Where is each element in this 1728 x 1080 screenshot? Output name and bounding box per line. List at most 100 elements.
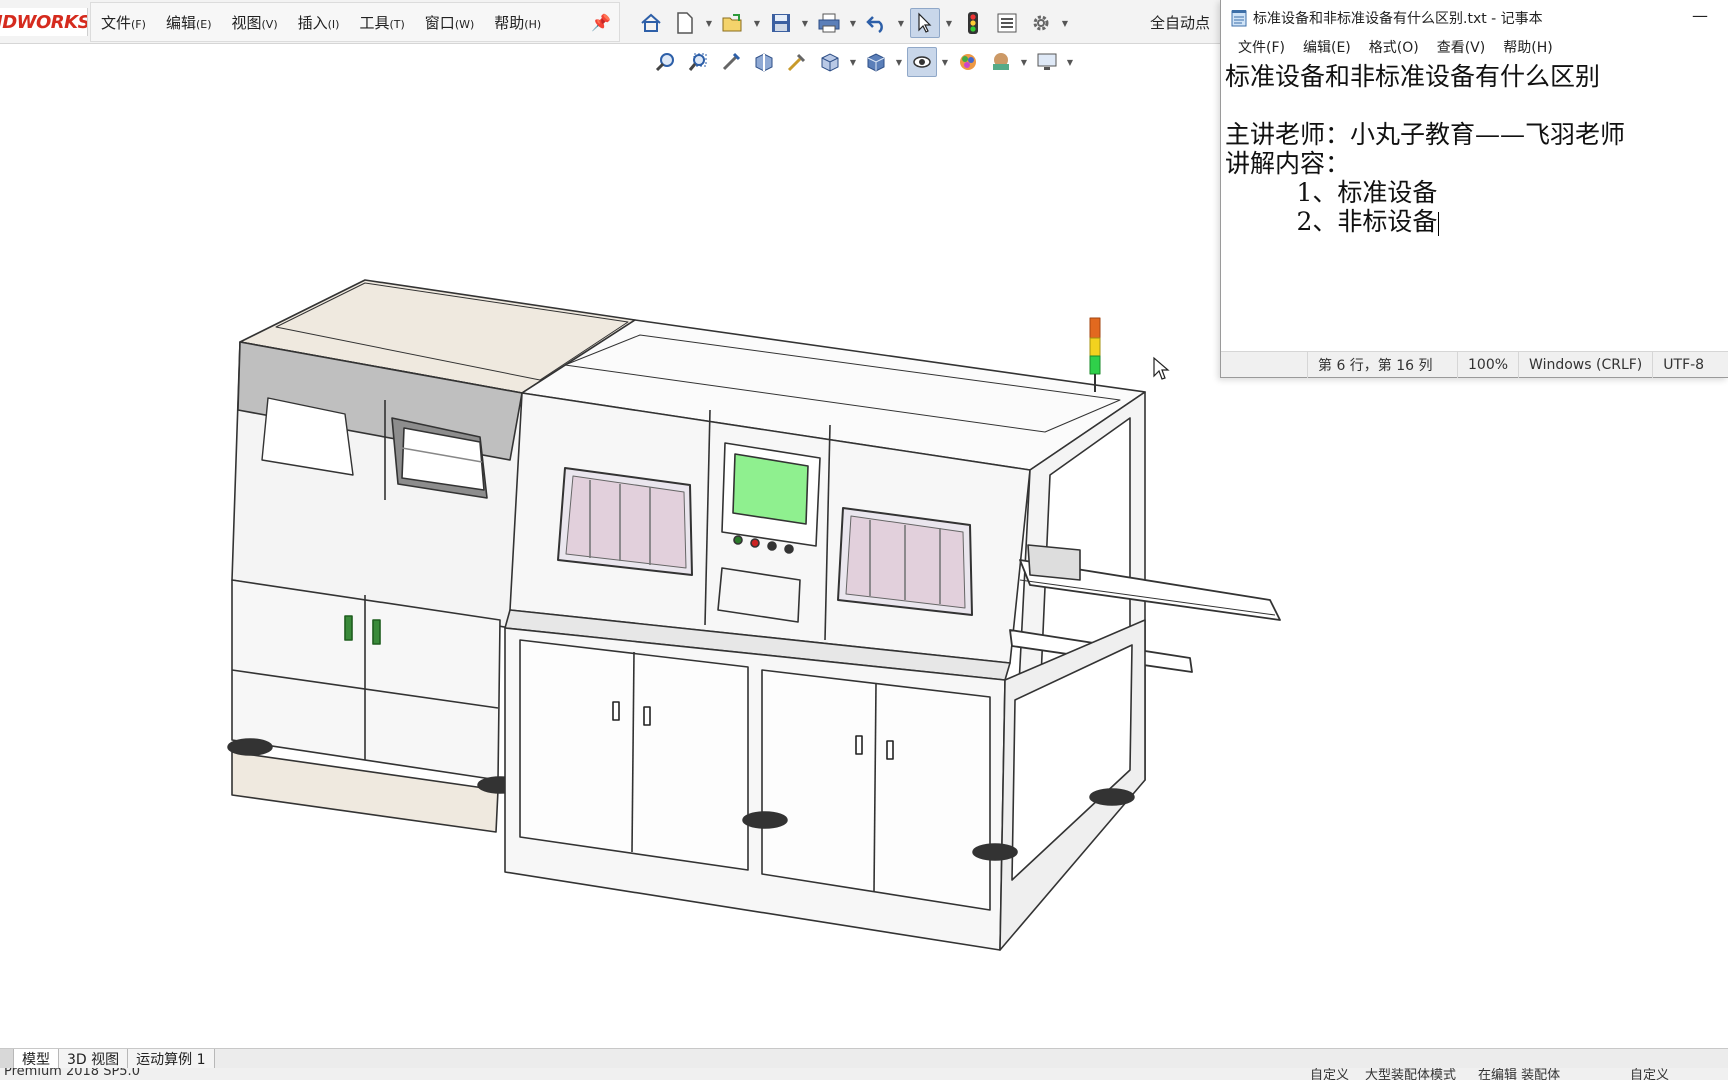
- text-line-with-caret: 2、非标设备: [1225, 207, 1725, 236]
- notepad-menu-view[interactable]: 查看(V): [1428, 37, 1495, 57]
- tab-model[interactable]: 模型: [14, 1049, 59, 1068]
- display-style-icon[interactable]: [861, 47, 891, 77]
- view-orientation-icon[interactable]: [815, 47, 845, 77]
- text-caret: [1438, 211, 1440, 236]
- tab-scroll-left-icon[interactable]: [0, 1049, 14, 1068]
- menu-window-key: (W): [454, 17, 475, 31]
- status-encoding: UTF-8: [1652, 351, 1714, 378]
- notepad-menu-edit[interactable]: 编辑(E): [1294, 37, 1360, 57]
- print-icon[interactable]: [814, 8, 844, 38]
- notepad-text-area[interactable]: 标准设备和非标准设备有什么区别 主讲老师：小丸子教育——飞羽老师 讲解内容： 1…: [1221, 58, 1728, 350]
- text-line: 讲解内容：: [1225, 149, 1351, 178]
- menu-edit-label: 编辑: [165, 13, 196, 32]
- standard-toolbar: ▼ ▼ ▼ ▼ ▼ ▼ ▼: [636, 6, 1070, 40]
- menu-window-label: 窗口: [424, 13, 455, 32]
- auto-label: 全自动点: [1150, 14, 1211, 32]
- menu-help[interactable]: 帮助(H): [484, 12, 551, 33]
- mouse-cursor-icon: [1152, 356, 1170, 386]
- desktop: IDWORKS 文件(F) 编辑(E) 视图(V) 插入(I) 工具(T) 窗口…: [0, 0, 1728, 1080]
- menu-tools-key: (T): [389, 17, 405, 31]
- status-zoom: 100%: [1457, 351, 1518, 378]
- view-toolbar: ▼ ▼ ▼ ▼ ▼: [650, 46, 1075, 78]
- tab-3d-view[interactable]: 3D 视图: [59, 1049, 129, 1068]
- home-icon[interactable]: [636, 8, 666, 38]
- settings-gear-icon[interactable]: [1026, 8, 1056, 38]
- status-large-assembly-mode: 大型装配体模式: [1365, 1068, 1457, 1080]
- select-dropdown-icon[interactable]: ▼: [944, 8, 954, 38]
- status-custom-1: 自定义: [1310, 1068, 1350, 1080]
- new-document-icon[interactable]: [670, 8, 700, 38]
- text-line: 1、标准设备: [1225, 178, 1438, 207]
- solidworks-logo[interactable]: IDWORKS: [0, 8, 88, 36]
- notepad-title: 标准设备和非标准设备有什么区别.txt - 记事本: [1253, 11, 1543, 27]
- notepad-menu-help[interactable]: 帮助(H): [1494, 37, 1561, 57]
- menu-view-label: 视图: [231, 13, 262, 32]
- open-dropdown-icon[interactable]: ▼: [752, 8, 762, 38]
- undo-dropdown-icon[interactable]: ▼: [896, 8, 906, 38]
- menu-edit[interactable]: 编辑(E): [156, 12, 222, 33]
- notepad-window[interactable]: 标准设备和非标准设备有什么区别.txt - 记事本 — 文件(F) 编辑(E) …: [1220, 0, 1728, 378]
- hide-show-dropdown-icon[interactable]: ▼: [940, 47, 950, 77]
- menu-help-label: 帮助: [494, 13, 525, 32]
- notepad-menubar: 文件(F) 编辑(E) 格式(O) 查看(V) 帮助(H): [1221, 36, 1728, 58]
- menu-window[interactable]: 窗口(W): [415, 12, 484, 33]
- logo-text: IDWORKS: [0, 11, 88, 33]
- edit-appearance-icon[interactable]: [953, 47, 983, 77]
- text-line: 2、非标设备: [1225, 207, 1438, 236]
- print-dropdown-icon[interactable]: ▼: [848, 8, 858, 38]
- tab-motion-study[interactable]: 运动算例 1: [128, 1049, 215, 1068]
- text-line: [1225, 91, 1725, 120]
- open-folder-icon[interactable]: [718, 8, 748, 38]
- status-editing: 在编辑 装配体: [1478, 1068, 1561, 1080]
- notepad-menu-file[interactable]: 文件(F): [1229, 37, 1294, 57]
- status-version: Premium 2018 SP5.0: [4, 1068, 140, 1079]
- menu-file[interactable]: 文件(F): [91, 12, 156, 33]
- hide-show-icon[interactable]: [907, 47, 937, 77]
- menu-tools[interactable]: 工具(T): [349, 12, 414, 33]
- dynamic-annotation-icon[interactable]: [782, 47, 812, 77]
- view-settings-icon[interactable]: [1032, 47, 1062, 77]
- notepad-statusbar: 第 6 行，第 16 列 100% Windows (CRLF) UTF-8: [1221, 351, 1728, 378]
- section-view-icon[interactable]: [749, 47, 779, 77]
- undo-icon[interactable]: [862, 8, 892, 38]
- new-dropdown-icon[interactable]: ▼: [704, 8, 714, 38]
- notepad-app-icon: [1231, 10, 1247, 27]
- text-line: 标准设备和非标准设备有什么区别: [1225, 62, 1601, 91]
- notepad-menu-format[interactable]: 格式(O): [1360, 37, 1428, 57]
- solidworks-topbar: IDWORKS 文件(F) 编辑(E) 视图(V) 插入(I) 工具(T) 窗口…: [0, 0, 1222, 44]
- apply-scene-icon[interactable]: [986, 47, 1016, 77]
- status-cursor-position: 第 6 行，第 16 列: [1307, 351, 1457, 378]
- status-custom-2[interactable]: 自定义: [1630, 1068, 1669, 1080]
- menu-insert-label: 插入: [297, 13, 328, 32]
- display-dropdown-icon[interactable]: ▼: [894, 47, 904, 77]
- menu-file-key: (F): [131, 17, 146, 31]
- scene-dropdown-icon[interactable]: ▼: [1019, 47, 1029, 77]
- notepad-titlebar[interactable]: 标准设备和非标准设备有什么区别.txt - 记事本 —: [1221, 0, 1728, 36]
- settings-dropdown-icon[interactable]: ▼: [1060, 8, 1070, 38]
- menu-insert[interactable]: 插入(I): [288, 12, 350, 33]
- zoom-to-fit-icon[interactable]: [650, 47, 680, 77]
- previous-view-icon[interactable]: [716, 47, 746, 77]
- traffic-light-icon[interactable]: [958, 8, 988, 38]
- zoom-area-icon[interactable]: [683, 47, 713, 77]
- save-icon[interactable]: [766, 8, 796, 38]
- menu-view[interactable]: 视图(V): [222, 12, 288, 33]
- pin-icon[interactable]: 📌: [591, 13, 611, 32]
- status-line-ending: Windows (CRLF): [1518, 351, 1652, 378]
- menu-insert-key: (I): [327, 17, 340, 31]
- menu-help-key: (H): [524, 17, 542, 31]
- menu-edit-key: (E): [195, 17, 212, 31]
- select-pointer-icon[interactable]: [910, 8, 940, 38]
- orientation-dropdown-icon[interactable]: ▼: [848, 47, 858, 77]
- solidworks-statusbar: Premium 2018 SP5.0 自定义 大型装配体模式 在编辑 装配体 自…: [0, 1068, 1728, 1080]
- view-settings-dropdown-icon[interactable]: ▼: [1065, 47, 1075, 77]
- options-list-icon[interactable]: [992, 8, 1022, 38]
- minimize-icon[interactable]: —: [1692, 6, 1708, 25]
- save-dropdown-icon[interactable]: ▼: [800, 8, 810, 38]
- text-line: 主讲老师：小丸子教育——飞羽老师: [1225, 120, 1626, 149]
- solidworks-menubar: 文件(F) 编辑(E) 视图(V) 插入(I) 工具(T) 窗口(W) 帮助(H…: [90, 2, 620, 42]
- menu-tools-label: 工具: [359, 13, 390, 32]
- document-tabs: 模型 3D 视图 运动算例 1: [0, 1048, 1728, 1068]
- menu-view-key: (V): [261, 17, 278, 31]
- menu-file-label: 文件: [101, 13, 132, 32]
